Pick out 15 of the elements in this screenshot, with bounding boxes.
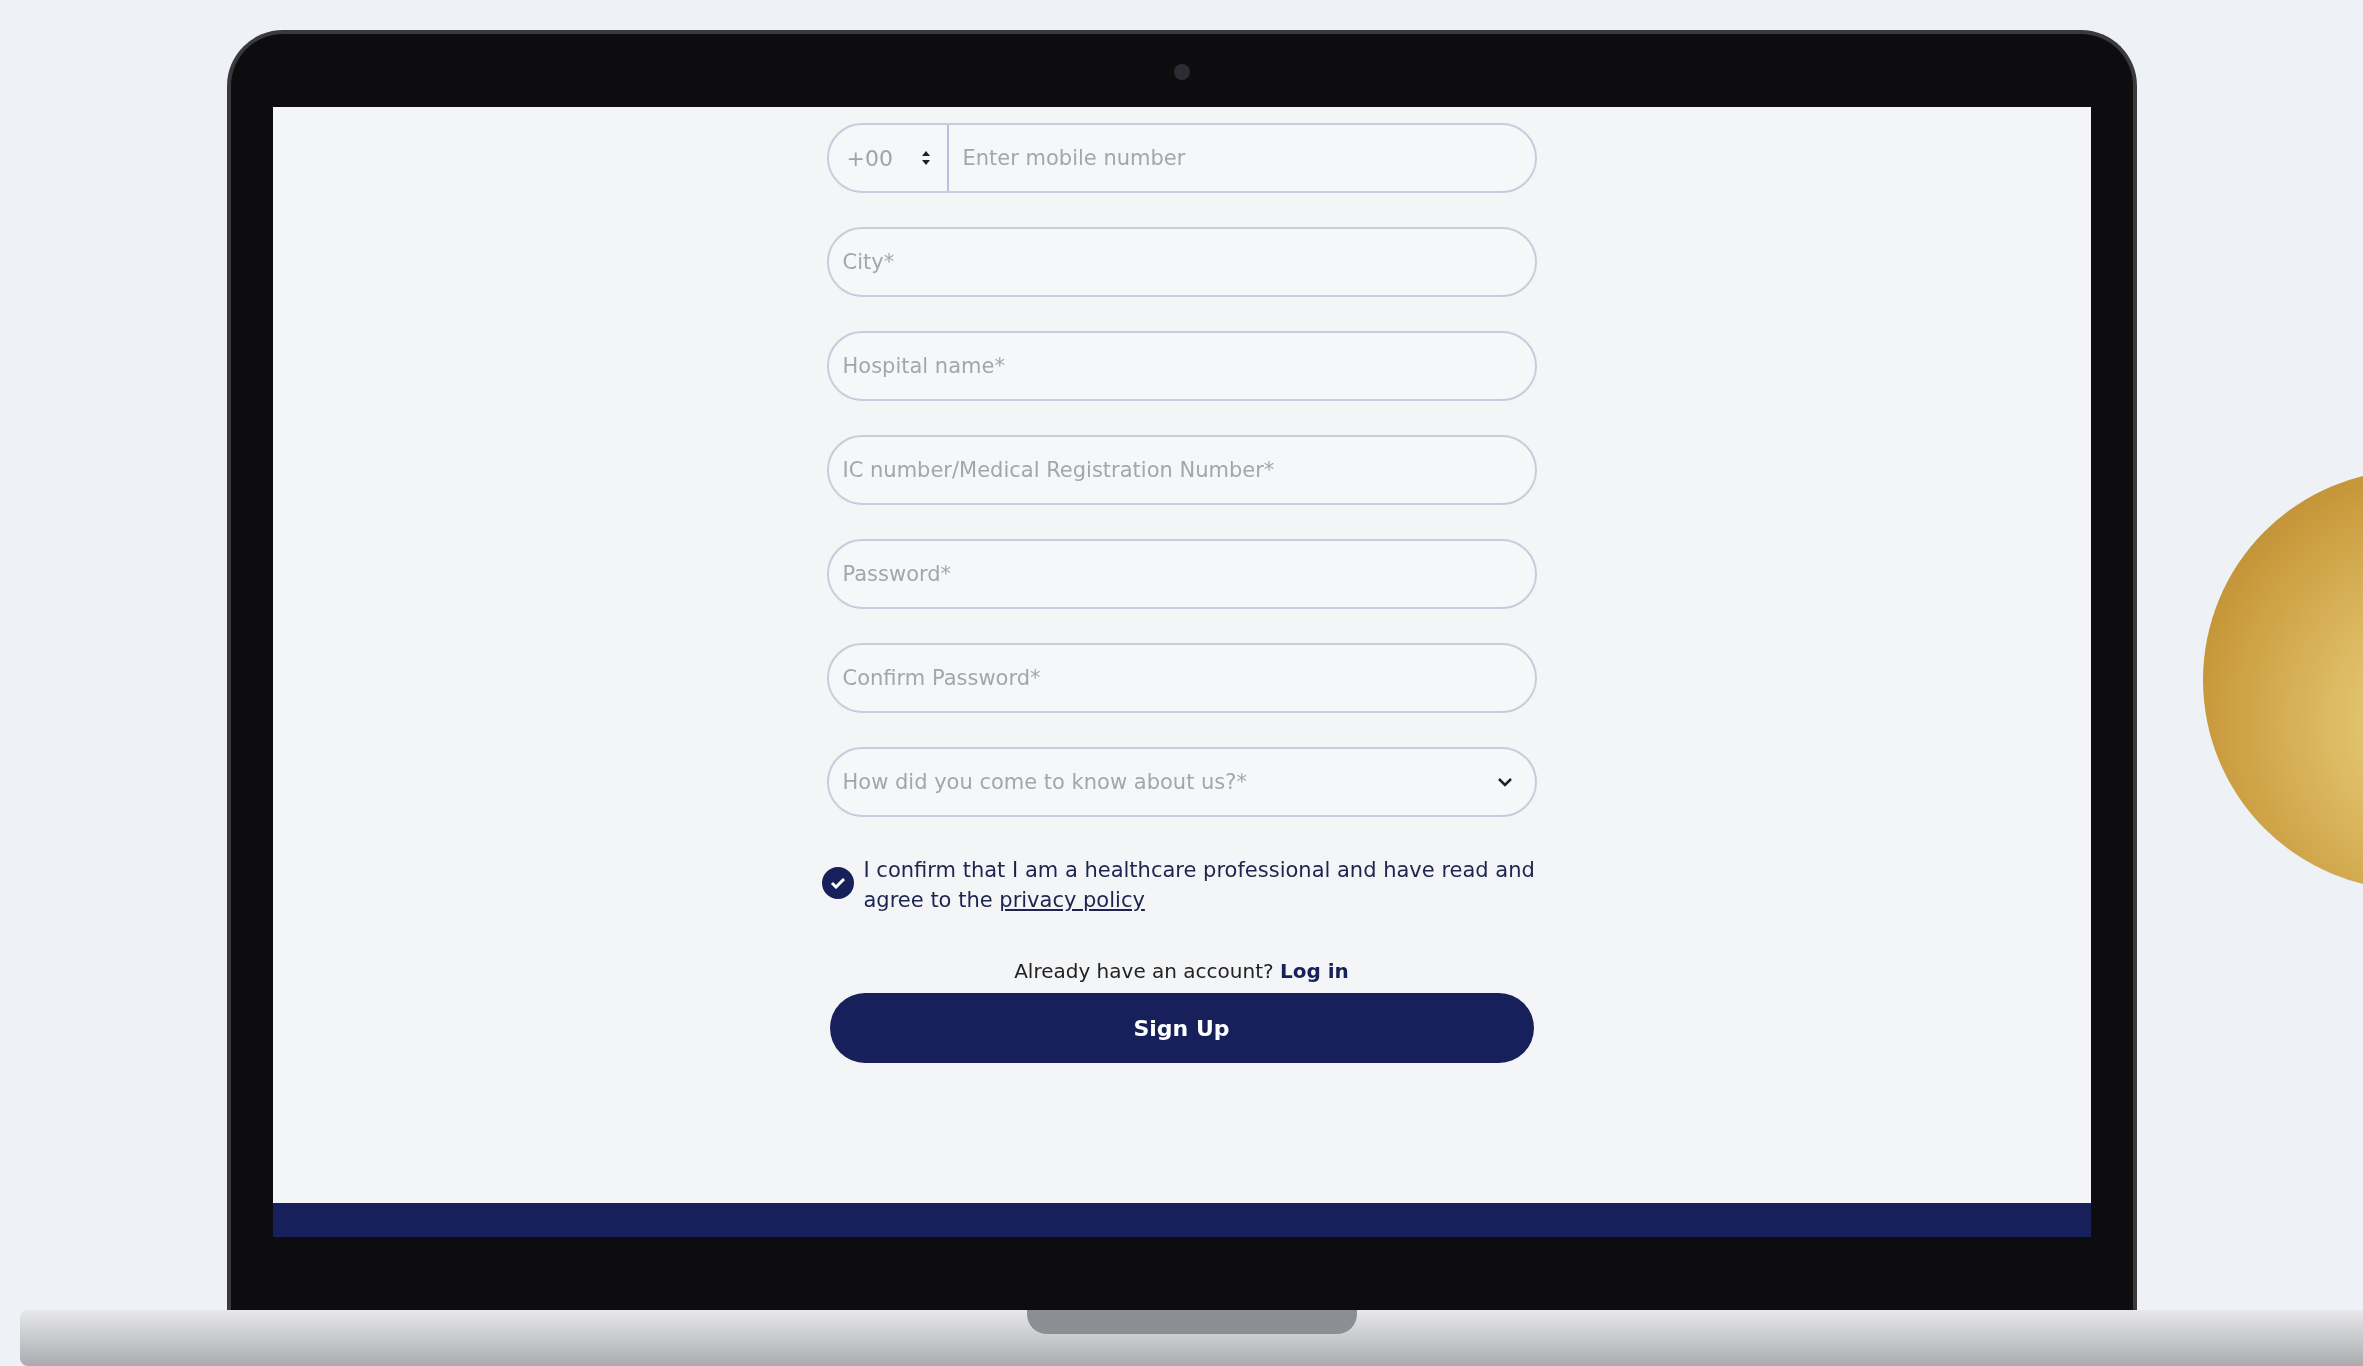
input-field[interactable]: Confirm Password* [826, 643, 1537, 713]
camera-icon [1173, 64, 1190, 80]
checkbox[interactable] [821, 867, 854, 899]
privacy-policy-link[interactable]: privacy policy [999, 888, 1145, 912]
input-field[interactable]: IC number/Medical Registration Number* [826, 435, 1537, 505]
sign-up-button[interactable]: Sign Up [829, 993, 1534, 1063]
chevron-down-icon [1496, 777, 1513, 787]
login-prompt: Already have an account? Log in [1014, 959, 1349, 983]
input-field[interactable]: Password* [826, 539, 1537, 609]
sort-icon [920, 150, 931, 166]
consent-text: I confirm that I am a healthcare professional and have read and agree to the privacy policy [863, 857, 1536, 914]
login-link[interactable]: Log in [1280, 959, 1349, 983]
input-field[interactable]: City* [826, 227, 1537, 297]
input-field[interactable]: Hospital name* [826, 331, 1537, 401]
check-icon [829, 877, 846, 889]
